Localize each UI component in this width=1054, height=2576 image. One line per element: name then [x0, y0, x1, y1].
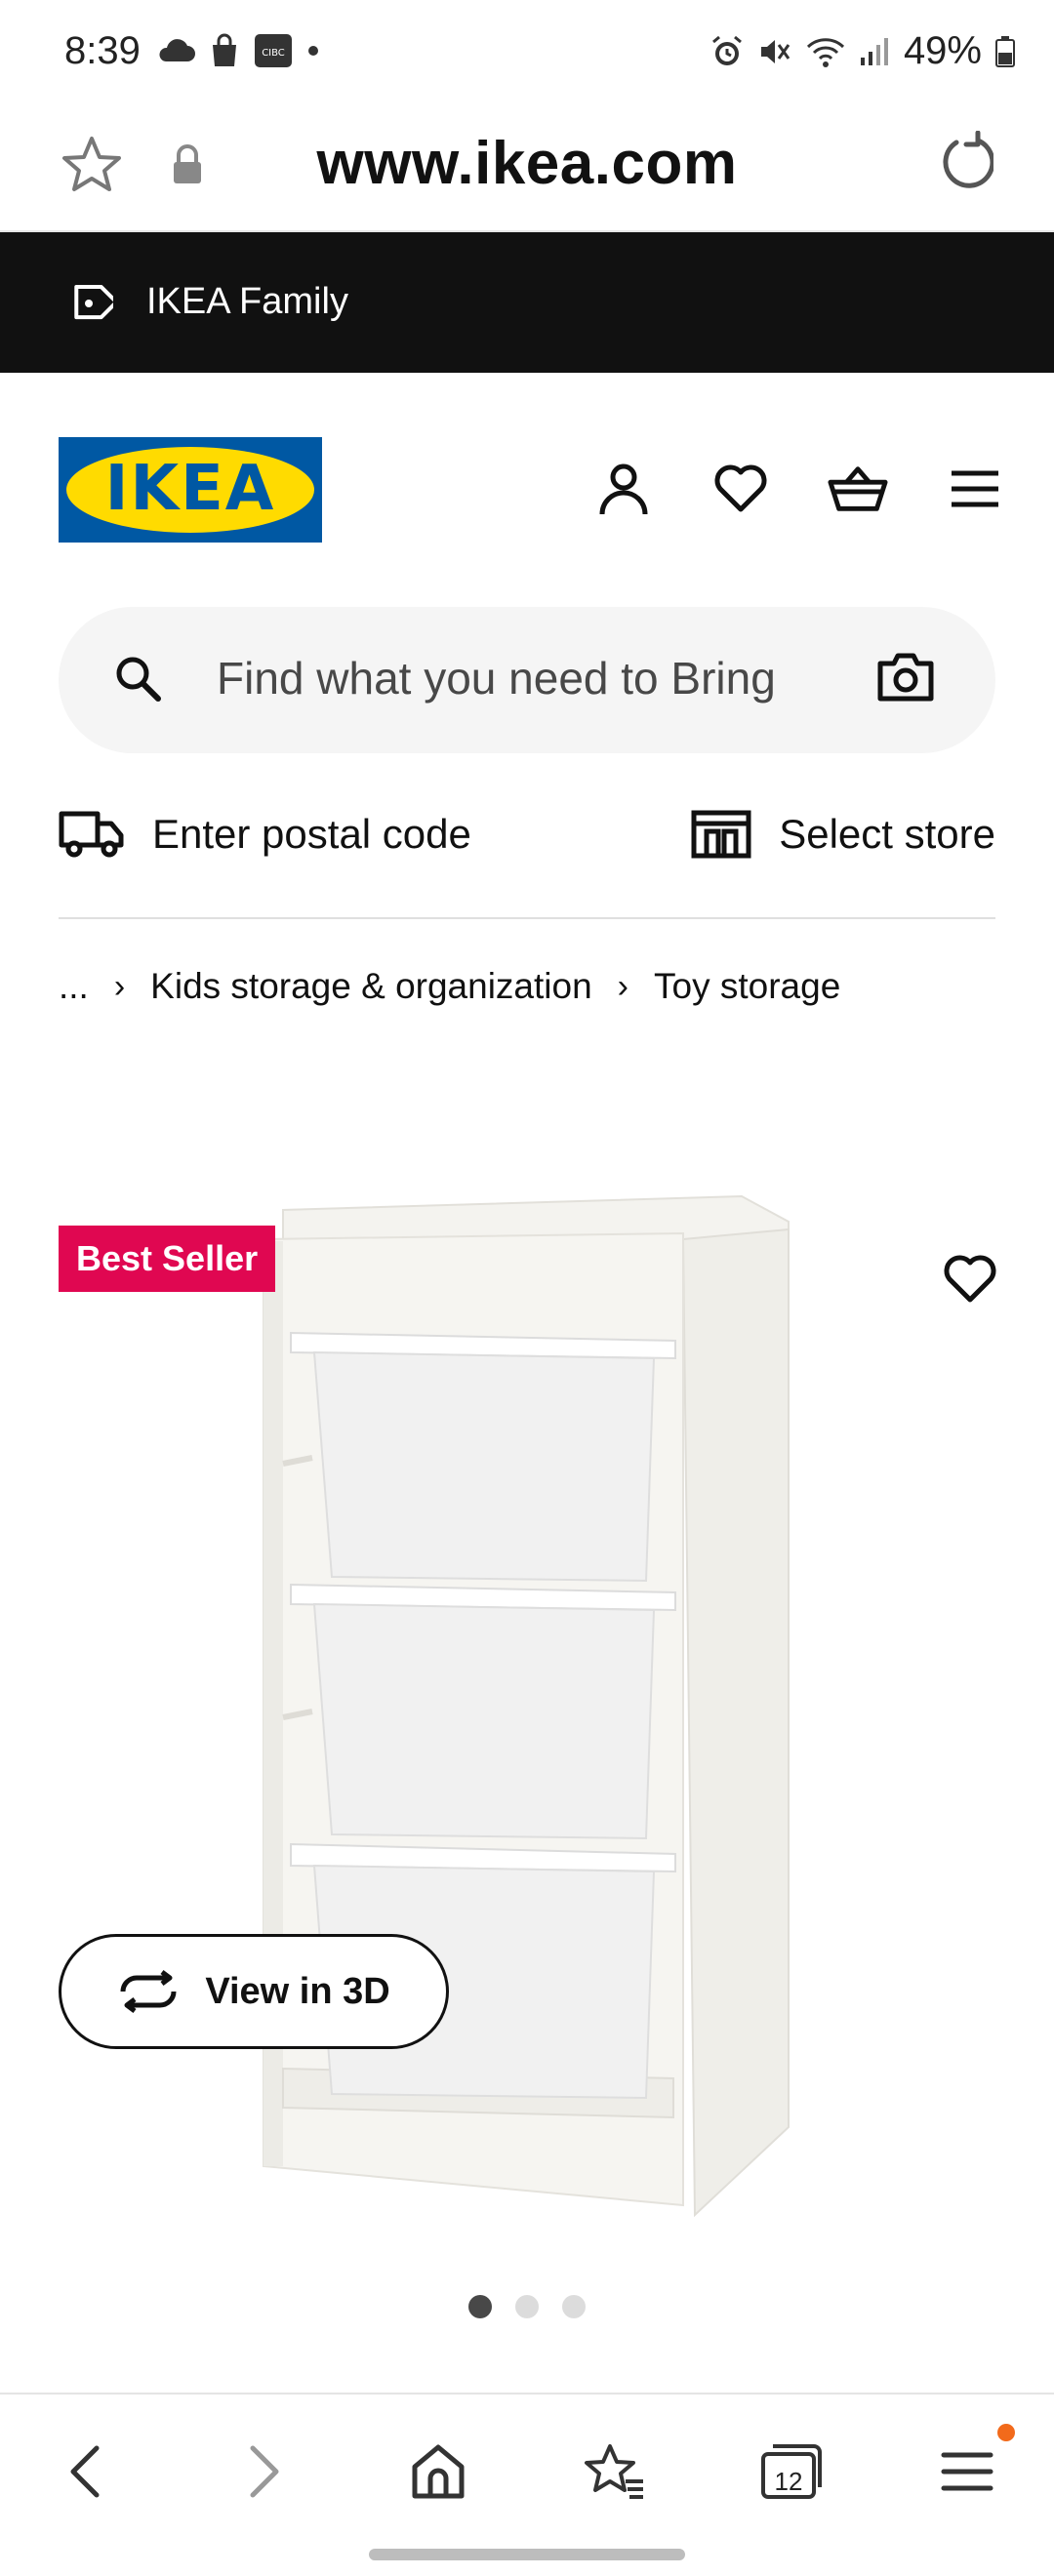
- battery-percentage: 49%: [903, 29, 982, 72]
- chevron-left-icon: [70, 2445, 100, 2498]
- product-image: [263, 1194, 790, 2218]
- svg-text:CIBC: CIBC: [262, 48, 285, 59]
- wifi-icon: [806, 37, 844, 67]
- breadcrumb: ... › Kids storage & organization › Toy …: [59, 966, 840, 1007]
- forward-button[interactable]: [230, 2437, 299, 2506]
- store-icon: [691, 810, 751, 859]
- select-store-label: Select store: [779, 811, 995, 857]
- carousel-dot-3[interactable]: [562, 2295, 586, 2318]
- bin-middle: [290, 1583, 676, 1840]
- best-seller-badge: Best Seller: [59, 1226, 276, 1292]
- logo-text: IKEA: [104, 453, 276, 525]
- account-button[interactable]: [593, 459, 654, 519]
- search-input[interactable]: Find what you need to Bring: [217, 652, 900, 704]
- location-divider: [59, 917, 995, 919]
- product-image-gallery[interactable]: [0, 1132, 1054, 2283]
- status-time: 8:39: [64, 29, 141, 72]
- notification-dot: [997, 2424, 1015, 2441]
- add-to-favourites-heart-icon[interactable]: [943, 1255, 997, 1304]
- ikea-family-tag-icon: [74, 285, 113, 320]
- hamburger-menu-icon: [952, 470, 998, 507]
- menu-button[interactable]: [945, 459, 1005, 519]
- tabs-button[interactable]: 12: [757, 2437, 826, 2506]
- browser-url-bar: www.ikea.com: [0, 107, 1054, 232]
- alarm-icon: [711, 35, 742, 65]
- delivery-truck-icon: [59, 811, 124, 858]
- home-button[interactable]: [404, 2437, 472, 2506]
- enter-postal-code-button[interactable]: Enter postal code: [59, 810, 471, 859]
- mute-icon: [760, 39, 790, 63]
- carousel-dot-1[interactable]: [468, 2295, 492, 2318]
- url-text[interactable]: www.ikea.com: [0, 129, 1054, 198]
- breadcrumb-toy-storage[interactable]: Toy storage: [654, 966, 840, 1007]
- select-store-button[interactable]: Select store: [691, 810, 995, 859]
- ikea-logo[interactable]: IKEA: [59, 437, 322, 543]
- home-icon: [412, 2444, 465, 2499]
- search-icon: [116, 657, 161, 702]
- ikea-family-banner[interactable]: IKEA Family: [0, 232, 1054, 373]
- tabs-count: 12: [774, 2466, 803, 2496]
- reload-icon[interactable]: [935, 131, 993, 193]
- search-bar[interactable]: Find what you need to Bring: [59, 607, 995, 753]
- status-bar: 8:39 CIBC 49%: [0, 0, 1054, 107]
- cloud-icon: [159, 39, 195, 61]
- status-right-icons: 49%: [710, 29, 1015, 73]
- view-in-3d-button[interactable]: View in 3D: [59, 1934, 449, 2049]
- home-indicator[interactable]: [369, 2549, 685, 2560]
- back-button[interactable]: [51, 2437, 119, 2506]
- chevron-right-icon: ›: [617, 967, 628, 1005]
- shopping-bag-icon: [213, 33, 236, 66]
- image-carousel-dots: [0, 2295, 1054, 2318]
- breadcrumb-ellipsis[interactable]: ...: [59, 966, 89, 1007]
- header-actions: [593, 459, 1005, 519]
- chevron-right-icon: [250, 2445, 279, 2498]
- camera-search-icon[interactable]: [876, 652, 935, 703]
- carousel-dot-2[interactable]: [515, 2295, 539, 2318]
- signal-icon: [860, 37, 888, 65]
- chevron-right-icon: ›: [113, 967, 126, 1005]
- more-notifications-icon: [308, 46, 318, 56]
- browser-bottom-nav: 12: [0, 2393, 1054, 2537]
- rotate-3d-icon: [120, 1970, 177, 2013]
- browser-menu-button[interactable]: [933, 2424, 1015, 2506]
- favourites-button[interactable]: [710, 459, 771, 519]
- breadcrumb-kids-storage[interactable]: Kids storage & organization: [150, 966, 592, 1007]
- heart-icon: [714, 464, 767, 512]
- postal-code-label: Enter postal code: [152, 811, 471, 857]
- cart-button[interactable]: [828, 459, 888, 519]
- view-in-3d-label: View in 3D: [205, 1970, 390, 2012]
- user-icon: [599, 463, 648, 515]
- bookmarks-button[interactable]: [580, 2437, 648, 2506]
- browser-menu-icon: [941, 2452, 993, 2491]
- bin-top: [290, 1331, 676, 1583]
- basket-icon: [828, 466, 888, 511]
- bookmark-list-star-icon: [585, 2444, 643, 2499]
- status-notification-icons: CIBC: [156, 33, 320, 68]
- ikea-family-label: IKEA Family: [146, 281, 348, 322]
- bank-app-icon: CIBC: [255, 34, 292, 67]
- battery-icon: [995, 35, 1015, 67]
